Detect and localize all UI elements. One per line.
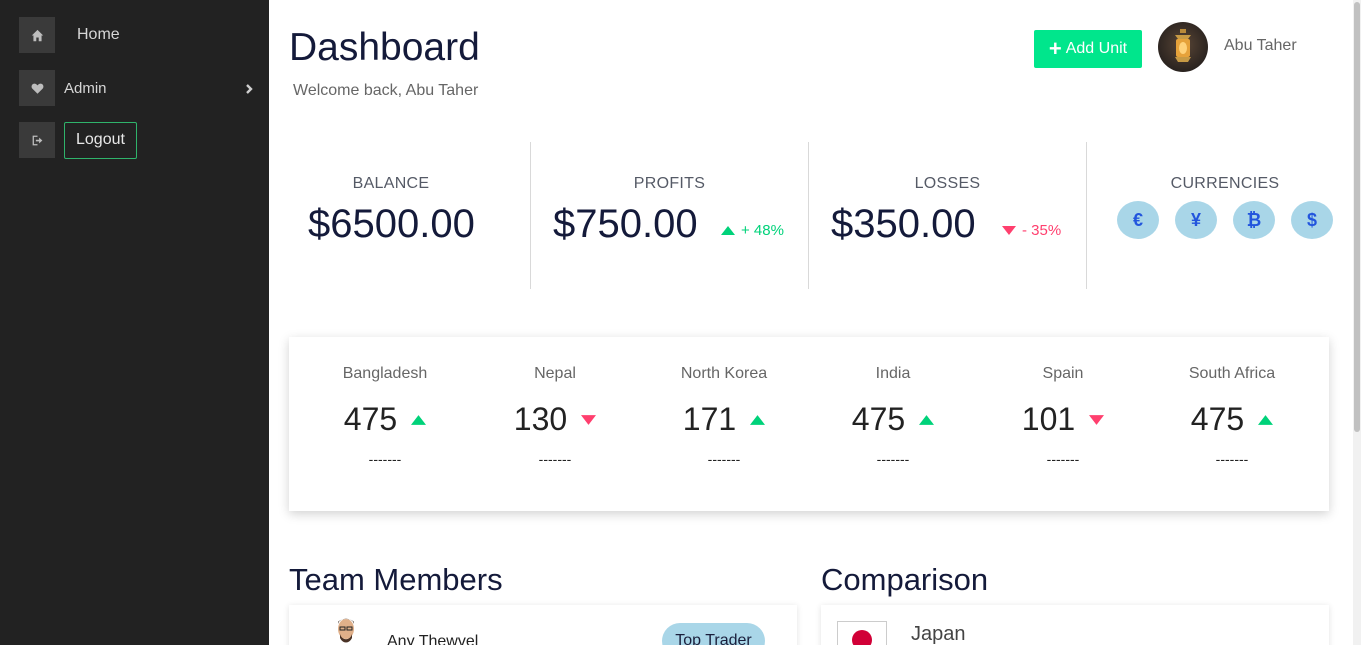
country-detail: -------: [1046, 451, 1080, 467]
sidebar-item-home[interactable]: Home: [19, 17, 120, 53]
caret-down-icon: [581, 414, 597, 425]
country-detail: -------: [368, 451, 402, 467]
add-unit-button[interactable]: + Add Unit: [1034, 30, 1142, 68]
currency-icons: € ¥ ₿ $: [1117, 201, 1349, 239]
stat-label: BALANCE: [352, 175, 430, 192]
stat-label: PROFITS: [633, 175, 706, 192]
country-name: South Africa: [1188, 365, 1276, 382]
stat-profits: PROFITS $750.00 + 48%: [531, 142, 808, 289]
country-detail: -------: [876, 451, 910, 467]
stat-balance: BALANCE $6500.00: [289, 142, 493, 289]
country-value-row: 475: [1147, 401, 1317, 438]
logout-button[interactable]: Logout: [64, 121, 137, 159]
sidebar-item-label: Admin: [64, 79, 107, 97]
add-unit-label: Add Unit: [1065, 40, 1128, 57]
country-value: 101: [1021, 401, 1076, 437]
stat-label: CURRENCIES: [1170, 175, 1280, 192]
trend-down: - 35%: [1002, 222, 1061, 239]
scrollbar[interactable]: [1353, 0, 1361, 645]
country-detail: -------: [1215, 451, 1249, 467]
country-value-row: 475: [300, 401, 470, 438]
sidebar: Home Admin Logout: [0, 0, 269, 645]
country-detail: -------: [538, 451, 572, 467]
scrollbar-thumb[interactable]: [1354, 2, 1360, 432]
japan-flag-icon: [837, 621, 887, 645]
country-value: 475: [343, 401, 398, 437]
country-stats-card: Bangladesh 475 ------- Nepal 130 -------…: [289, 337, 1329, 511]
country-value-row: 475: [808, 401, 978, 438]
country-name: Bangladesh: [342, 365, 428, 382]
country-value: 171: [682, 401, 737, 437]
chevron-right-icon: [243, 82, 255, 94]
avatar[interactable]: [1158, 22, 1208, 72]
member-avatar: [338, 618, 354, 643]
caret-down-icon: [1089, 414, 1105, 425]
bitcoin-icon[interactable]: ₿: [1233, 201, 1275, 239]
plus-icon: +: [1048, 36, 1062, 61]
caret-up-icon: [919, 414, 935, 425]
yen-icon[interactable]: ¥: [1175, 201, 1217, 239]
welcome-message: Welcome back, Abu Taher: [293, 82, 479, 99]
stat-losses: LOSSES $350.00 - 35%: [809, 142, 1086, 289]
status-badge: Top Trader: [662, 623, 765, 645]
country-detail: -------: [707, 451, 741, 467]
country-north-korea: North Korea 171 -------: [639, 337, 809, 511]
country-value: 475: [851, 401, 906, 437]
trend-value: + 48%: [741, 222, 784, 239]
country-name: Nepal: [534, 365, 576, 382]
country-value: 130: [513, 401, 568, 437]
comparison-title: Comparison: [821, 562, 989, 597]
country-south-africa: South Africa 475 -------: [1147, 337, 1317, 511]
caret-up-icon: [1258, 414, 1274, 425]
team-members-title: Team Members: [289, 562, 503, 597]
caret-down-icon: [1002, 226, 1016, 235]
heart-icon: [19, 70, 55, 106]
comparison-country: Japan: [911, 623, 966, 645]
country-name: India: [875, 365, 911, 382]
team-member-row: Any Thewvel Top Trader: [289, 605, 797, 645]
country-india: India 475 -------: [808, 337, 978, 511]
country-name: North Korea: [680, 365, 768, 382]
trend-up: + 48%: [721, 222, 784, 239]
caret-up-icon: [411, 414, 427, 425]
stat-currencies: CURRENCIES € ¥ ₿ $: [1087, 142, 1361, 289]
euro-icon[interactable]: €: [1117, 201, 1159, 239]
sidebar-item-admin[interactable]: Admin: [19, 70, 255, 106]
country-value-row: 130: [470, 401, 640, 438]
trend-value: - 35%: [1022, 222, 1062, 239]
stat-value: $6500.00: [308, 202, 475, 246]
user-name[interactable]: Abu Taher: [1224, 37, 1297, 55]
home-icon: [19, 17, 55, 53]
country-value: 475: [1190, 401, 1245, 437]
comparison-row: Japan: [821, 605, 1329, 645]
sidebar-item-logout: Logout: [19, 121, 137, 159]
caret-up-icon: [750, 414, 766, 425]
country-nepal: Nepal 130 -------: [470, 337, 640, 511]
country-name: Spain: [1042, 365, 1084, 382]
caret-up-icon: [721, 226, 735, 235]
country-bangladesh: Bangladesh 475 -------: [300, 337, 470, 511]
lantern-icon: [1175, 29, 1191, 62]
sidebar-item-label: Home: [77, 26, 120, 43]
dollar-icon[interactable]: $: [1291, 201, 1333, 239]
stat-value: $350.00: [831, 202, 976, 246]
stat-label: LOSSES: [914, 175, 981, 192]
country-value-row: 171: [639, 401, 809, 438]
country-spain: Spain 101 -------: [978, 337, 1148, 511]
stat-value: $750.00: [553, 202, 698, 246]
member-name: Any Thewvel: [387, 633, 479, 645]
country-value-row: 101: [978, 401, 1148, 438]
sign-out-icon: [19, 122, 55, 158]
page-title: Dashboard: [289, 26, 480, 69]
